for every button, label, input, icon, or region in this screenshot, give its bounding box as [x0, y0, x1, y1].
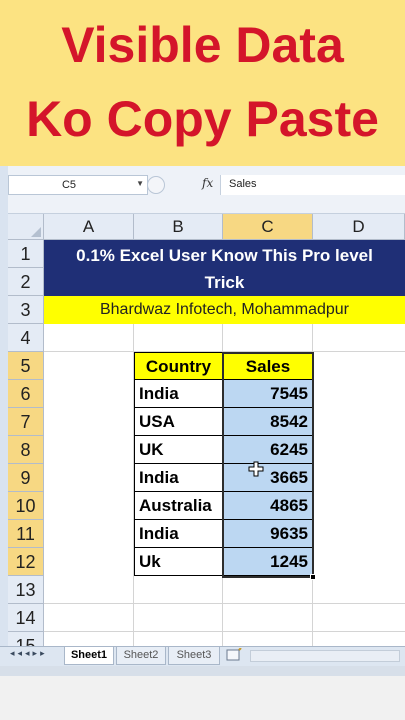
column-header-c[interactable]: C: [223, 214, 313, 240]
country-cell[interactable]: Uk: [134, 548, 223, 576]
row-header-3[interactable]: 3: [8, 296, 44, 324]
sales-cell[interactable]: 8542: [223, 408, 313, 436]
tab-sheet3[interactable]: Sheet3: [168, 647, 220, 665]
tab-sheet2[interactable]: Sheet2: [116, 647, 166, 665]
country-cell[interactable]: USA: [134, 408, 223, 436]
row-header-12[interactable]: 12: [8, 548, 44, 576]
row-header-6[interactable]: 6: [8, 380, 44, 408]
sales-cell[interactable]: 6245: [223, 436, 313, 464]
table-header-sales[interactable]: Sales: [223, 352, 313, 380]
select-all-button[interactable]: [8, 214, 44, 240]
spreadsheet-grid[interactable]: A B C D 1 2 3 4 5 6 7 8 9 10 11 12 13 14…: [8, 214, 405, 646]
row-header-7[interactable]: 7: [8, 408, 44, 436]
row-header-14[interactable]: 14: [8, 604, 44, 632]
sheet-nav-arrows-icon[interactable]: ◂◂◂▸▸: [10, 648, 48, 659]
row-header-11[interactable]: 11: [8, 520, 44, 548]
country-cell[interactable]: India: [134, 464, 223, 492]
insert-sheet-icon[interactable]: [226, 647, 242, 662]
chevron-down-icon[interactable]: ▼: [136, 179, 144, 188]
cell-cursor-icon: [248, 461, 264, 477]
window-left-edge: [0, 166, 8, 666]
insert-function-icon[interactable]: fx: [202, 176, 213, 190]
row-header-13[interactable]: 13: [8, 576, 44, 604]
row-header-5[interactable]: 5: [8, 352, 44, 380]
country-cell[interactable]: India: [134, 520, 223, 548]
column-header-d[interactable]: D: [313, 214, 405, 240]
sales-cell[interactable]: 4865: [223, 492, 313, 520]
sheet-title-line1: 0.1% Excel User Know This Pro level: [76, 246, 373, 265]
row-header-15[interactable]: 15: [8, 632, 44, 646]
row-header-8[interactable]: 8: [8, 436, 44, 464]
name-box-value: C5: [61, 179, 77, 191]
column-header-b[interactable]: B: [134, 214, 223, 240]
formula-input[interactable]: Sales: [220, 175, 405, 195]
sheet-title-line2: Trick: [204, 273, 245, 292]
formula-input-value: Sales: [229, 178, 257, 190]
tab-sheet1[interactable]: Sheet1: [64, 647, 114, 665]
horizontal-scrollbar[interactable]: [250, 650, 400, 662]
video-title-banner: Visible Data Ko Copy Paste: [0, 0, 405, 166]
sales-cell[interactable]: 3665: [223, 464, 313, 492]
sheet-subtitle: Bhardwaz Infotech, Mohammadpur: [99, 301, 349, 318]
row-header-4[interactable]: 4: [8, 324, 44, 352]
country-cell[interactable]: UK: [134, 436, 223, 464]
row-header-10[interactable]: 10: [8, 492, 44, 520]
status-bar-strip: [0, 666, 405, 676]
sales-cell[interactable]: 7545: [223, 380, 313, 408]
sheet-title: 0.1% Excel User Know This Pro level Tric…: [44, 242, 405, 296]
column-header-a[interactable]: A: [44, 214, 134, 240]
formula-bar-expand-handle[interactable]: [147, 176, 165, 194]
banner-title-line1: Visible Data: [61, 17, 344, 73]
table-header-country[interactable]: Country: [134, 352, 223, 380]
gridline: [44, 631, 405, 632]
row-header-1[interactable]: 1: [8, 240, 44, 268]
banner-title-line2: Ko Copy Paste: [26, 91, 379, 147]
row-header-9[interactable]: 9: [8, 464, 44, 492]
name-box[interactable]: C5 ▼: [8, 175, 148, 195]
sales-cell[interactable]: 1245: [223, 548, 313, 576]
country-cell[interactable]: India: [134, 380, 223, 408]
fill-handle[interactable]: [310, 574, 316, 580]
gridline: [44, 603, 405, 604]
sales-cell[interactable]: 9635: [223, 520, 313, 548]
row-header-2[interactable]: 2: [8, 268, 44, 296]
country-cell[interactable]: Australia: [134, 492, 223, 520]
select-all-triangle-icon: [31, 227, 41, 237]
